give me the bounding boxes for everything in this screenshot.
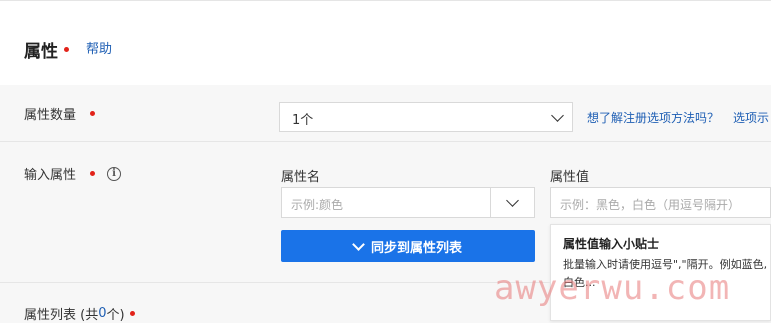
input-attr-label-text: 输入属性 [24,168,77,183]
divider [0,141,771,142]
register-options-help-link[interactable]: 想了解注册选项方法吗？ [587,109,719,126]
attr-count-label-text: 属性数量 [24,108,77,123]
attr-name-dropdown-button[interactable] [490,187,535,218]
attr-list-label-prefix: 属性列表 (共 [24,308,99,323]
attr-list-count: 0 [98,306,107,321]
options-example-link[interactable]: 选项示 [733,109,769,126]
attr-value-placeholder: 示例：黑色，白色（用逗号隔开） [560,198,741,212]
required-dot [90,171,96,176]
attr-list-label: 属性列表 (共 0 个) [24,304,135,323]
attr-list-label-suffix: 个) [106,308,125,323]
page-title: 属性 [24,37,69,62]
sync-to-attr-list-button[interactable]: 同步到属性列表 [281,230,535,262]
chevron-down-icon [352,237,365,251]
attr-count-select-value: 1个 [292,113,314,128]
section-header: 属性 帮助 [0,0,771,85]
info-icon[interactable]: i [107,166,122,181]
chevron-down-icon [506,194,519,207]
attr-name-placeholder: 示例:颜色 [291,198,344,212]
input-attr-label: 输入属性 i [24,164,122,183]
required-dot [64,47,69,52]
attr-name-column-label: 属性名 [281,170,321,185]
watermark: awyerwu.com [494,268,731,308]
attr-count-select[interactable]: 1个 [279,102,573,132]
page-title-text: 属性 [24,42,58,62]
chevron-down-icon [551,109,564,122]
required-dot [90,111,96,116]
required-dot [129,311,135,316]
attr-name-input[interactable]: 示例:颜色 [281,187,491,218]
divider [0,282,550,283]
help-link[interactable]: 帮助 [86,38,112,57]
sync-button-label: 同步到属性列表 [370,240,462,256]
tip-title: 属性值输入小贴士 [563,237,660,251]
attr-value-input[interactable]: 示例：黑色，白色（用逗号隔开） [550,187,771,218]
attr-value-column-label: 属性值 [550,170,590,185]
attr-count-label: 属性数量 [24,104,96,123]
